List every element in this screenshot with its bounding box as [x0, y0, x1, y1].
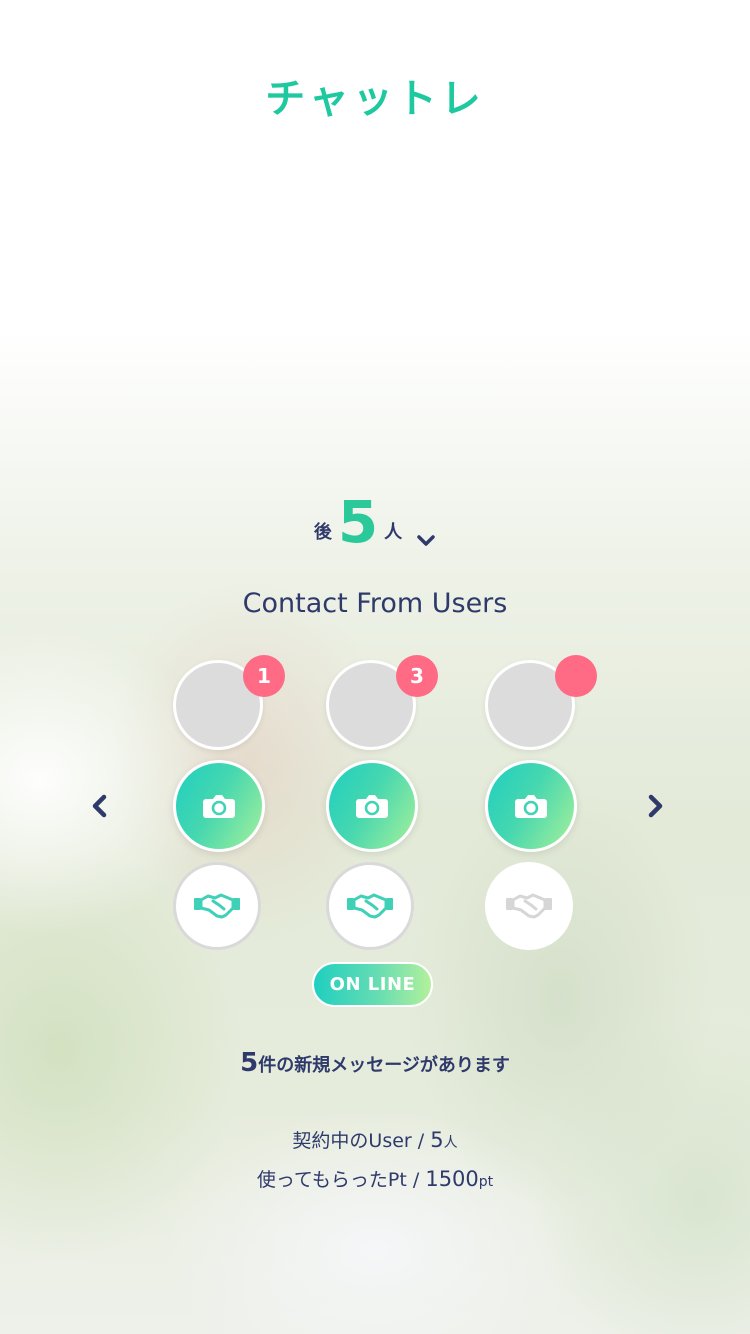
unread-badge	[555, 655, 597, 697]
arrow-right-icon[interactable]	[642, 793, 668, 819]
contract-users-line: 契約中のUser / 5人	[0, 1122, 750, 1161]
handshake-icon	[347, 893, 393, 919]
handshake-icon	[194, 893, 240, 919]
avatar[interactable]: 1	[173, 655, 285, 750]
new-message-notice[interactable]: 5件の新規メッセージがあります	[0, 1048, 750, 1078]
unread-badge: 1	[243, 655, 285, 697]
contract-users-value: 5	[430, 1128, 444, 1152]
points-line: 使ってもらったPt / 1500pt	[0, 1161, 750, 1200]
remaining-counter[interactable]: 後 5 人	[0, 492, 750, 552]
remaining-count: 5	[337, 488, 379, 556]
contract-users-unit: 人	[443, 1135, 458, 1151]
video-call-button[interactable]	[326, 760, 418, 852]
user-column	[485, 655, 597, 950]
video-call-button[interactable]	[485, 760, 577, 852]
user-column: 3	[326, 655, 438, 950]
contract-button[interactable]	[485, 862, 573, 950]
contract-button[interactable]	[326, 862, 414, 950]
camera-icon	[515, 795, 547, 818]
avatar[interactable]: 3	[326, 655, 438, 750]
stats-block: 契約中のUser / 5人 使ってもらったPt / 1500pt	[0, 1122, 750, 1200]
video-call-button[interactable]	[173, 760, 265, 852]
contract-users-label: 契約中のUser /	[292, 1130, 431, 1152]
camera-icon	[203, 795, 235, 818]
points-unit: pt	[478, 1174, 494, 1190]
chevron-down-icon[interactable]	[416, 534, 436, 548]
app-title: チャットレ	[265, 76, 485, 122]
new-message-count: 5	[240, 1048, 259, 1078]
unread-badge: 3	[396, 655, 438, 697]
user-column: 1	[173, 655, 285, 950]
avatar[interactable]	[485, 655, 597, 750]
contract-button[interactable]	[173, 862, 261, 950]
points-value: 1500	[425, 1167, 479, 1191]
handshake-icon	[506, 893, 552, 919]
online-status-badge: ON LINE	[312, 962, 433, 1007]
arrow-left-icon[interactable]	[87, 793, 113, 819]
camera-icon	[356, 795, 388, 818]
section-title: Contact From Users	[242, 588, 508, 619]
new-message-text: 件の新規メッセージがあります	[258, 1055, 510, 1076]
remaining-suffix: 人	[384, 522, 403, 543]
remaining-prefix: 後	[313, 522, 332, 543]
points-label: 使ってもらったPt /	[256, 1169, 426, 1191]
